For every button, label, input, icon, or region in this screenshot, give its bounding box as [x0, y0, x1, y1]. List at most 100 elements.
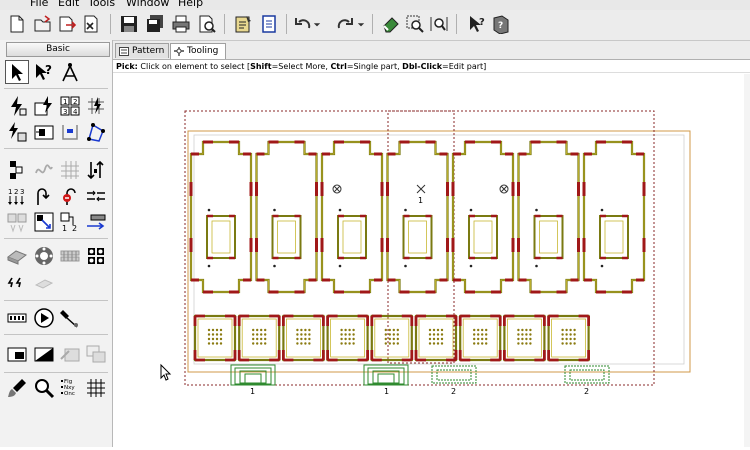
- palette-tab-basic[interactable]: Basic: [6, 42, 110, 57]
- sheet-outline[interactable]: [187, 130, 691, 373]
- flags-tool[interactable]: Flg Nxy Onc: [58, 376, 82, 400]
- copy-part-tool[interactable]: [5, 210, 29, 234]
- overlap-tool[interactable]: [84, 342, 108, 366]
- grid-dots-tool[interactable]: [84, 376, 108, 400]
- remnant-tool[interactable]: [5, 342, 29, 366]
- turret-tool[interactable]: [32, 244, 56, 268]
- zoom-fit-button[interactable]: [428, 13, 450, 35]
- punch-path-tool[interactable]: [5, 158, 29, 182]
- lightning-pair-tool[interactable]: [5, 270, 29, 294]
- auto-punch-tool[interactable]: [32, 94, 56, 118]
- grid-array-tool[interactable]: [58, 158, 82, 182]
- auto-tool[interactable]: [5, 94, 29, 118]
- zoom-window-button[interactable]: [404, 13, 426, 35]
- save-all-button[interactable]: [144, 13, 166, 35]
- nest-small-part[interactable]: [503, 314, 546, 362]
- laser-tool[interactable]: [58, 306, 82, 330]
- fold-tool[interactable]: [32, 270, 56, 294]
- resize-tool[interactable]: [32, 210, 56, 234]
- tool-rack-tool[interactable]: [58, 244, 82, 268]
- nest-drawing[interactable]: 1 1 1 2 2: [113, 74, 750, 447]
- close-file-button[interactable]: [80, 13, 102, 35]
- menu-window[interactable]: Window: [126, 0, 169, 10]
- tab-pattern[interactable]: Pattern: [115, 43, 169, 58]
- nest-part[interactable]: [320, 140, 384, 294]
- drawing-canvas[interactable]: 1 1 1 2 2: [113, 74, 750, 447]
- clamp-tool[interactable]: [5, 244, 29, 268]
- new-file-button[interactable]: [6, 13, 28, 35]
- order-tool[interactable]: [84, 158, 108, 182]
- redo-button[interactable]: [334, 13, 356, 35]
- large-parts-row[interactable]: [189, 140, 646, 294]
- measure-tool[interactable]: [58, 60, 82, 84]
- station-tool[interactable]: [84, 244, 108, 268]
- tool-station[interactable]: [363, 364, 409, 386]
- nest-part[interactable]: [582, 140, 646, 294]
- play-tool[interactable]: [32, 306, 56, 330]
- small-parts-row[interactable]: [193, 314, 590, 362]
- help-pointer-button[interactable]: ?: [466, 13, 488, 35]
- sequence-tool[interactable]: 1 2 3 4: [58, 94, 82, 118]
- tab-tooling[interactable]: Tooling: [170, 43, 226, 59]
- undo-dropdown[interactable]: [312, 13, 322, 35]
- sheet-tool[interactable]: [58, 120, 82, 144]
- nest-small-part[interactable]: [458, 314, 502, 362]
- split-arrows-icon: [87, 190, 105, 202]
- document-button[interactable]: [258, 13, 280, 35]
- properties-button[interactable]: [232, 13, 254, 35]
- vertical-scrollbar[interactable]: [744, 74, 750, 447]
- open-button[interactable]: [32, 13, 54, 35]
- export-button[interactable]: [56, 13, 78, 35]
- skeleton-tool[interactable]: [32, 342, 56, 366]
- sequence-pair-tool[interactable]: 12: [58, 210, 82, 234]
- menu-help[interactable]: Help: [178, 0, 203, 10]
- drop-part-tool[interactable]: [58, 342, 82, 366]
- eraser-button[interactable]: [380, 13, 402, 35]
- route-tool[interactable]: [32, 184, 56, 208]
- select-tool[interactable]: [5, 60, 29, 84]
- menu-tools[interactable]: Tools: [88, 0, 115, 10]
- help-book-button[interactable]: ?: [490, 13, 512, 35]
- inspect-tool[interactable]: [32, 376, 56, 400]
- nest-small-part[interactable]: [370, 314, 414, 362]
- nest-tool[interactable]: [32, 120, 56, 144]
- tool-station[interactable]: [431, 365, 477, 384]
- nest-small-part[interactable]: [282, 314, 325, 362]
- nest-part[interactable]: [255, 140, 318, 294]
- nest-part[interactable]: [517, 140, 580, 294]
- menu-file[interactable]: File: [30, 0, 48, 10]
- nest-part[interactable]: [451, 140, 515, 294]
- curve-tool[interactable]: [32, 158, 56, 182]
- save-button[interactable]: [118, 13, 140, 35]
- menu-edit[interactable]: Edit: [58, 0, 79, 10]
- selection-frame-part[interactable]: [387, 110, 455, 364]
- delete-route-tool[interactable]: [58, 184, 82, 208]
- tool-station[interactable]: [230, 364, 276, 386]
- nest-small-part[interactable]: [326, 314, 369, 362]
- split-tool[interactable]: [84, 184, 108, 208]
- nest-small-part[interactable]: [237, 314, 281, 362]
- nest-part[interactable]: [189, 140, 253, 294]
- rule-tool[interactable]: [5, 120, 29, 144]
- grid-tool[interactable]: [84, 94, 108, 118]
- polygon-tool[interactable]: [84, 120, 108, 144]
- cross-marker[interactable]: [416, 184, 426, 194]
- svg-text:3: 3: [63, 108, 67, 116]
- print-button[interactable]: [170, 13, 192, 35]
- align-tool[interactable]: [84, 210, 108, 234]
- brush-tool[interactable]: [5, 376, 29, 400]
- nest-part[interactable]: [386, 140, 449, 294]
- strip-tool[interactable]: [5, 306, 29, 330]
- nest-small-part[interactable]: [547, 314, 590, 362]
- redo-dropdown[interactable]: [356, 13, 366, 35]
- svg-text:Onc: Onc: [64, 391, 75, 397]
- sequence-down-tool[interactable]: 123: [5, 184, 29, 208]
- undo-button[interactable]: [292, 13, 314, 35]
- cluster-marker[interactable]: [332, 184, 342, 194]
- nest-small-part[interactable]: [193, 314, 237, 362]
- query-tool[interactable]: ?: [32, 60, 56, 84]
- cluster-marker[interactable]: [499, 184, 509, 194]
- print-preview-button[interactable]: [196, 13, 218, 35]
- nest-small-part[interactable]: [414, 314, 458, 362]
- tool-station[interactable]: [564, 365, 610, 384]
